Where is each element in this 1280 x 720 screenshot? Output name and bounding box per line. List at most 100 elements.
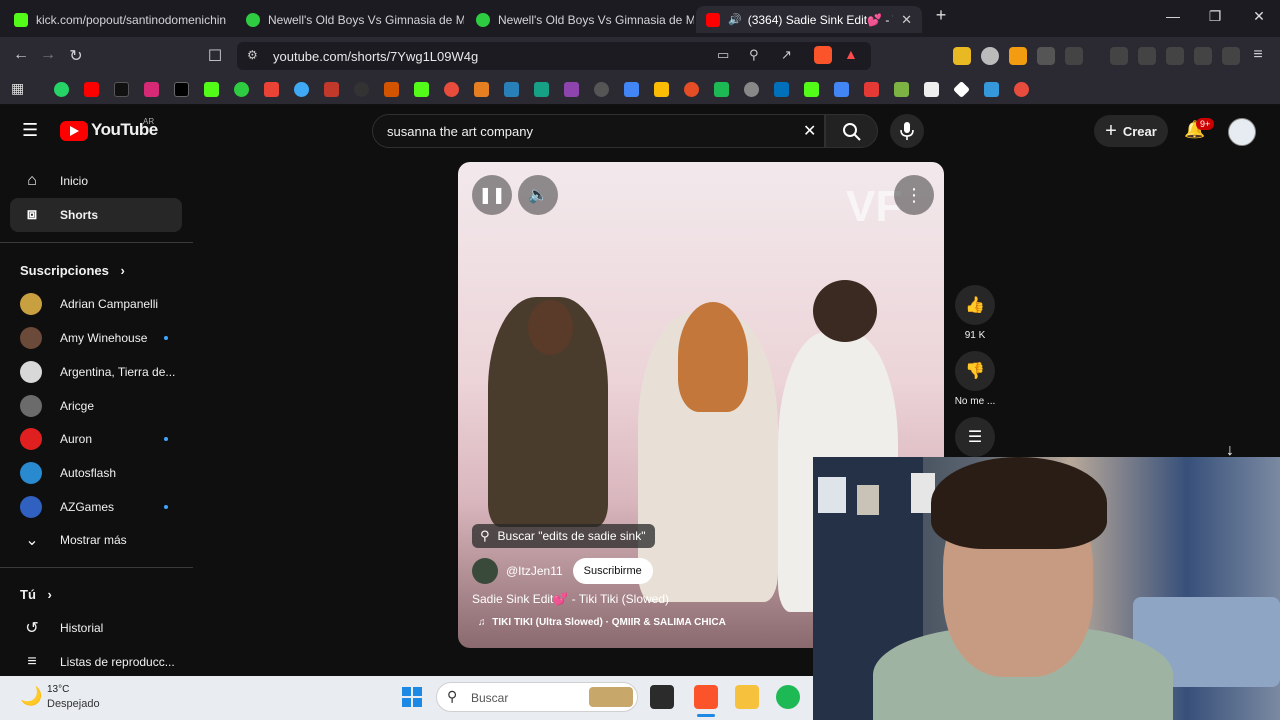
search-box[interactable]: susanna the art company ✕ xyxy=(372,114,825,148)
bookmark-icon[interactable] xyxy=(354,82,369,97)
brave-shields-icon[interactable] xyxy=(814,46,832,64)
account-avatar[interactable] xyxy=(1228,118,1256,146)
speaker-icon[interactable]: 🔊 xyxy=(728,13,742,26)
sidebar-item-subscription[interactable]: Argentina, Tierra de... xyxy=(10,355,182,389)
tiktok-icon[interactable] xyxy=(114,82,129,97)
comments-button[interactable]: ☰ xyxy=(955,417,995,457)
bookmark-icon[interactable] xyxy=(744,82,759,97)
sidebar-item-subscription[interactable]: Aricge xyxy=(10,389,182,423)
browser-tab[interactable]: Newell's Old Boys Vs Gimnasia de Me xyxy=(466,6,694,33)
sidebar-item-history[interactable]: ↺ Historial xyxy=(10,611,182,645)
bookmark-icon[interactable] xyxy=(714,82,729,97)
youtube-icon[interactable] xyxy=(84,82,99,97)
weather-description[interactable]: Despejado xyxy=(47,698,100,710)
volume-button[interactable]: 🔈 xyxy=(518,175,558,215)
subscribe-button[interactable]: Suscribirme xyxy=(572,558,653,584)
instagram-icon[interactable] xyxy=(144,82,159,97)
new-tab-button[interactable]: + xyxy=(926,5,956,26)
bookmark-icon[interactable] xyxy=(1014,82,1029,97)
moon-weather-icon[interactable]: 🌙 xyxy=(20,686,42,707)
puzzle-icon[interactable] xyxy=(1037,47,1055,65)
sidebar-item-subscription[interactable]: AZGames xyxy=(10,490,182,524)
extension-icon[interactable] xyxy=(1065,47,1083,65)
more-options-button[interactable]: ⋮ xyxy=(894,175,934,215)
bookmark-icon[interactable] xyxy=(444,82,459,97)
bookmark-icon[interactable] xyxy=(474,82,489,97)
browser-tab-active[interactable]: 🔊 (3364) Sadie Sink Edit💕 - Tiki ✕ xyxy=(696,6,922,33)
vpn-icon[interactable] xyxy=(1222,47,1240,65)
search-button[interactable] xyxy=(825,114,878,148)
close-window-icon[interactable]: ✕ xyxy=(1244,8,1274,25)
extension-icon[interactable] xyxy=(953,47,971,65)
paypal-icon[interactable] xyxy=(774,82,789,97)
like-button[interactable]: 👍 xyxy=(955,285,995,325)
weather-temperature[interactable]: 13°C xyxy=(47,684,69,695)
zoom-icon[interactable]: ⚲ xyxy=(749,47,759,63)
extension-icon[interactable] xyxy=(981,47,999,65)
cast-icon[interactable]: ▭ xyxy=(717,47,729,63)
docs-icon[interactable] xyxy=(624,82,639,97)
close-tab-icon[interactable]: ✕ xyxy=(901,12,912,28)
extension-icon[interactable] xyxy=(1009,47,1027,65)
you-heading[interactable]: Tú › xyxy=(20,587,52,602)
browser-tab[interactable]: Newell's Old Boys Vs Gimnasia de Me xyxy=(236,6,464,33)
sidebar-item-subscription[interactable]: Autosflash xyxy=(10,456,182,490)
channel-avatar[interactable] xyxy=(472,558,498,584)
brave-rewards-icon[interactable]: ▲ xyxy=(844,46,858,62)
bookmark-icon[interactable] xyxy=(324,82,339,97)
pause-button[interactable]: ❚❚ xyxy=(472,175,512,215)
hamburger-menu-icon[interactable]: ☰ xyxy=(22,120,38,141)
whatsapp-icon[interactable] xyxy=(54,82,69,97)
bookmark-icon[interactable] xyxy=(564,82,579,97)
reload-icon[interactable]: ↻ xyxy=(66,46,86,66)
kick-icon[interactable] xyxy=(414,82,429,97)
bookmark-icon[interactable] xyxy=(504,82,519,97)
voice-search-button[interactable] xyxy=(890,114,924,148)
kick-icon[interactable] xyxy=(204,82,219,97)
forward-icon[interactable]: → xyxy=(38,46,58,64)
related-search-chip[interactable]: ⚲ Buscar "edits de sadie sink" xyxy=(472,524,656,548)
file-explorer-icon[interactable] xyxy=(735,685,759,709)
bookmark-icon[interactable] xyxy=(594,82,609,97)
docs-icon[interactable] xyxy=(834,82,849,97)
download-icon[interactable] xyxy=(864,82,879,97)
sidebar-item-subscription[interactable]: Auron xyxy=(10,422,182,456)
windows-start-icon[interactable] xyxy=(402,687,422,707)
share-icon[interactable]: ↗ xyxy=(781,47,792,63)
create-button[interactable]: + Crear xyxy=(1094,115,1168,147)
restore-icon[interactable]: ❐ xyxy=(1200,8,1230,25)
sidebar-item-subscription[interactable]: Amy Winehouse xyxy=(10,321,182,355)
bookmark-icon[interactable] xyxy=(534,82,549,97)
video-title[interactable]: Sadie Sink Edit💕 - Tiki Tiki (Slowed) xyxy=(472,592,669,606)
minimize-icon[interactable]: — xyxy=(1158,8,1188,24)
music-icon[interactable] xyxy=(1110,47,1128,65)
brave-browser-icon[interactable] xyxy=(694,685,718,709)
channel-name[interactable]: @ItzJen11 xyxy=(506,564,563,578)
clear-search-icon[interactable]: ✕ xyxy=(803,121,816,141)
task-view-icon[interactable] xyxy=(650,685,674,709)
drive-icon[interactable] xyxy=(654,82,669,97)
bookmark-icon[interactable] xyxy=(384,82,399,97)
file-icon[interactable] xyxy=(924,82,939,97)
address-bar[interactable]: ⚙ youtube.com/shorts/7Ywg1L09W4g ▭ ⚲ ↗ ▲ xyxy=(237,42,871,70)
search-input[interactable]: susanna the art company xyxy=(387,124,533,139)
taskbar-search[interactable]: ⚲ Buscar xyxy=(436,682,638,712)
browser-tab[interactable]: kick.com/popout/santinodomenichin xyxy=(4,6,232,33)
download-icon[interactable] xyxy=(984,82,999,97)
bookmark-icon[interactable] xyxy=(953,81,970,98)
sidebar-item-playlists[interactable]: ≡ Listas de reproducc... xyxy=(10,645,182,679)
sidebar-item-home[interactable]: ⌂ Inicio xyxy=(10,164,182,198)
kick-icon[interactable] xyxy=(804,82,819,97)
apps-grid-icon[interactable]: ▦ xyxy=(11,80,26,96)
site-info-icon[interactable]: ⚙ xyxy=(247,48,258,62)
download-icon[interactable] xyxy=(894,82,909,97)
sidebar-item-shorts[interactable]: ⧈ Shorts xyxy=(10,198,182,232)
spotify-icon[interactable] xyxy=(776,685,800,709)
leo-icon[interactable] xyxy=(1194,47,1212,65)
bookmark-icon[interactable]: ☐ xyxy=(205,46,225,66)
show-more-button[interactable]: ⌄ Mostrar más xyxy=(10,523,182,557)
wallet-icon[interactable] xyxy=(1166,47,1184,65)
sidebar-icon[interactable] xyxy=(1138,47,1156,65)
bookmark-icon[interactable] xyxy=(684,82,699,97)
back-icon[interactable]: ← xyxy=(11,46,31,64)
